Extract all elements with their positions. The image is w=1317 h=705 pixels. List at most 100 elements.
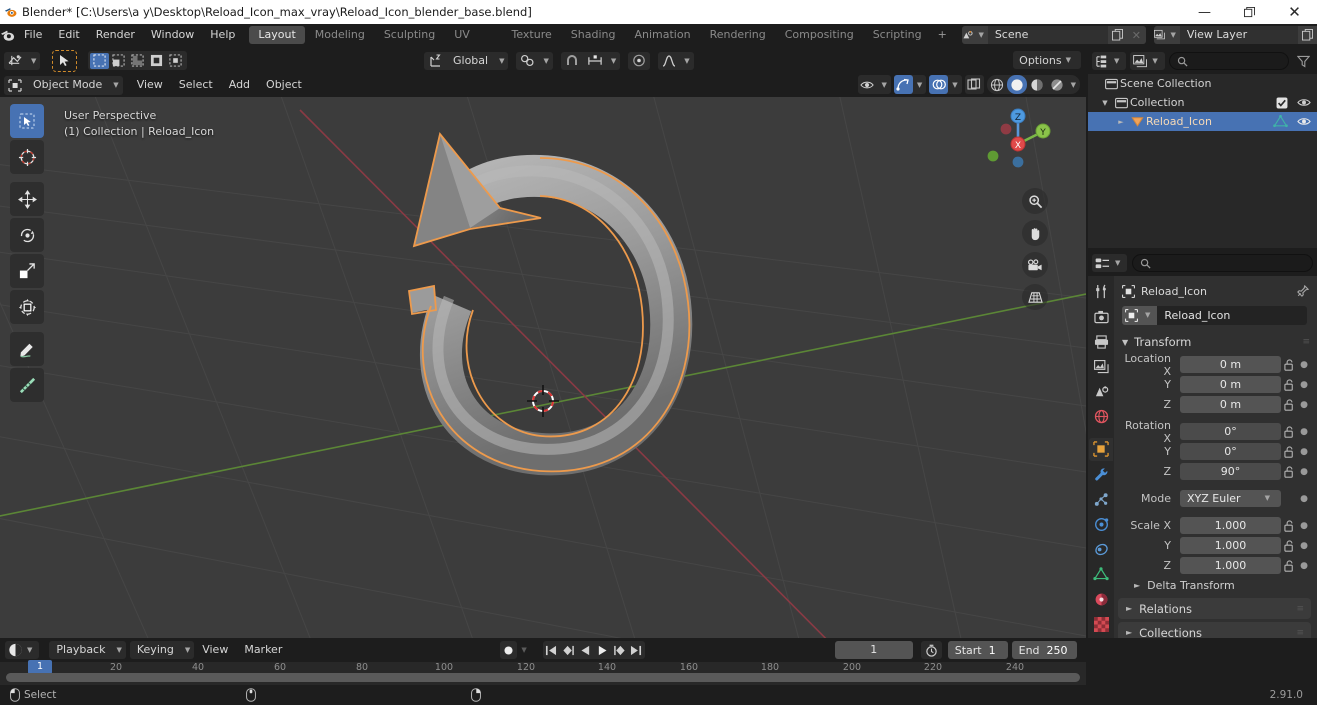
transform-panel-header[interactable]: ▼ Transform ≡ <box>1114 332 1317 352</box>
pan-icon[interactable] <box>1022 220 1048 246</box>
pivot-point-selector[interactable]: ▼ <box>516 51 553 70</box>
snap-to-increment-icon[interactable] <box>583 52 607 70</box>
field-rotation-mode[interactable]: Mode XYZ Euler ▼ ● <box>1120 489 1311 508</box>
transform-expand-icon[interactable]: ▼ <box>1122 338 1128 347</box>
add-workspace-button[interactable]: + <box>932 26 953 44</box>
workspace-tab-sculpting[interactable]: Sculpting <box>375 26 444 44</box>
transform-orientation-value[interactable]: Global <box>446 52 495 70</box>
play-button[interactable] <box>594 641 611 659</box>
select-set-icon[interactable] <box>90 52 110 69</box>
display-mode-chevron-down-icon[interactable]: ▼ <box>1148 57 1161 65</box>
outliner-filter-icon[interactable] <box>1293 55 1313 68</box>
properties-tab-view-layer[interactable] <box>1089 355 1113 378</box>
scene-name[interactable]: Scene <box>987 26 1108 44</box>
timeline-playhead[interactable]: 1 <box>28 660 52 674</box>
viewport-3d[interactable]: ▼ Global ▼ ▼ ▼ ▼ Options ▼ Object Mode ▼… <box>0 48 1086 638</box>
select-intersect-icon[interactable] <box>166 53 185 69</box>
mesh-data-icon[interactable] <box>1273 115 1288 128</box>
field-value[interactable]: 0 m <box>1180 376 1281 393</box>
lock-icon[interactable] <box>1281 519 1297 532</box>
animate-dot-icon[interactable]: ● <box>1297 494 1311 504</box>
field-value[interactable]: 1.000 <box>1180 517 1281 534</box>
falloff-selector[interactable]: ▼ <box>658 51 694 70</box>
object-name-field[interactable]: Reload_Icon <box>1157 305 1307 325</box>
tool-annotate[interactable] <box>10 332 44 366</box>
properties-tab-object-data[interactable] <box>1089 563 1113 586</box>
field-location-x[interactable]: Location X 0 m ● <box>1120 352 1311 378</box>
menu-help[interactable]: Help <box>202 24 243 46</box>
next-keyframe-button[interactable] <box>611 641 628 659</box>
delta-transform-expand-icon[interactable]: ► <box>1134 581 1140 590</box>
tool-measure[interactable] <box>10 368 44 402</box>
lock-icon[interactable] <box>1281 425 1297 438</box>
field-value[interactable]: 0 m <box>1180 396 1281 413</box>
properties-tab-tool[interactable] <box>1089 280 1113 303</box>
workspace-tab-animation[interactable]: Animation <box>625 26 699 44</box>
unlink-scene-button[interactable]: ✕ <box>1126 26 1146 44</box>
lock-icon[interactable] <box>1281 559 1297 572</box>
camera-icon[interactable] <box>1022 252 1048 278</box>
collection-visibility-eye-icon[interactable] <box>1297 97 1311 108</box>
editor-type-icon[interactable] <box>4 52 27 70</box>
workspace-tab-rendering[interactable]: Rendering <box>701 26 775 44</box>
select-extend-icon[interactable] <box>109 53 128 69</box>
workspace-tab-layout[interactable]: Layout <box>249 26 305 44</box>
pivot-chevron-down-icon[interactable]: ▼ <box>539 57 552 65</box>
snap-chevron-down-icon[interactable]: ▼ <box>607 57 620 65</box>
object-expand-icon[interactable]: ► <box>1114 118 1128 126</box>
timeline-menu-marker[interactable]: Marker <box>236 640 290 660</box>
properties-tab-world[interactable] <box>1089 405 1113 428</box>
orientation-chevron-down-icon[interactable]: ▼ <box>495 57 508 65</box>
zoom-icon[interactable] <box>1022 188 1048 214</box>
view-layer-name[interactable]: View Layer <box>1179 26 1298 44</box>
properties-tab-constraints[interactable] <box>1089 538 1113 561</box>
close-button[interactable]: ✕ <box>1272 0 1317 24</box>
object-mode-selector[interactable]: Object Mode ▼ <box>4 75 123 95</box>
field-value[interactable]: 1.000 <box>1180 537 1281 554</box>
maximize-button[interactable] <box>1227 0 1272 24</box>
field-rotation-x[interactable]: Rotation X 0° ● <box>1120 419 1311 445</box>
timeline-horizontal-scrollbar[interactable] <box>6 673 1080 682</box>
smooth-falloff-icon[interactable] <box>658 52 680 70</box>
object-datablock-button[interactable]: ▼ <box>1122 305 1158 325</box>
outliner-editor-type-selector[interactable]: ▼ <box>1092 52 1127 70</box>
pivot-icon[interactable] <box>516 52 539 70</box>
magnet-icon[interactable] <box>561 52 583 70</box>
gizmo-toggle-icon[interactable] <box>893 75 913 94</box>
timeline-menu-playback[interactable]: Playback ▼ <box>49 641 126 659</box>
timeline-menu-view[interactable]: View <box>194 640 236 660</box>
viewport-menu-object[interactable]: Object <box>258 75 310 95</box>
properties-tab-scene[interactable] <box>1089 380 1113 403</box>
field-value[interactable]: 90° <box>1180 463 1281 480</box>
outliner-display-mode-selector[interactable]: ▼ <box>1130 52 1165 70</box>
play-reverse-button[interactable] <box>577 641 594 659</box>
animate-dot-icon[interactable]: ● <box>1297 360 1311 370</box>
viewport-menu-view[interactable]: View <box>129 75 171 95</box>
properties-tab-object[interactable] <box>1089 437 1113 461</box>
perspective-icon[interactable] <box>1022 284 1048 310</box>
outliner-row-collection[interactable]: ▼ Collection <box>1088 93 1317 112</box>
shading-chevron-down-icon[interactable]: ▼ <box>1067 81 1080 89</box>
rotation-mode-select[interactable]: XYZ Euler ▼ <box>1180 490 1281 507</box>
tool-rotate[interactable] <box>10 218 44 252</box>
field-scale-y[interactable]: Y 1.000 ● <box>1120 536 1311 555</box>
proportional-edit-icon[interactable] <box>628 52 650 70</box>
scene-icon[interactable]: ▼ <box>961 26 988 44</box>
new-view-layer-button[interactable] <box>1297 26 1317 44</box>
workspace-tab-scripting[interactable]: Scripting <box>864 26 931 44</box>
panel-relations[interactable]: ► Relations ≡ <box>1118 598 1311 619</box>
object-visibility-eye-icon[interactable] <box>1297 116 1311 127</box>
relations-expand-icon[interactable]: ► <box>1126 604 1132 613</box>
lock-icon[interactable] <box>1281 358 1297 371</box>
animate-dot-icon[interactable]: ● <box>1297 541 1311 551</box>
collection-checkbox[interactable] <box>1276 97 1288 109</box>
lock-icon[interactable] <box>1281 378 1297 391</box>
solid-shading-icon[interactable] <box>1006 75 1027 94</box>
animate-dot-icon[interactable]: ● <box>1297 447 1311 457</box>
previous-keyframe-button[interactable] <box>560 641 577 659</box>
navigation-gizmo[interactable]: X Z Y <box>982 104 1054 176</box>
timeline-menu-keying[interactable]: Keying ▼ <box>129 641 195 659</box>
editor-type-selector[interactable]: ▼ <box>4 51 41 70</box>
field-value[interactable]: 0° <box>1180 423 1281 440</box>
workspace-tab-shading[interactable]: Shading <box>562 26 625 44</box>
